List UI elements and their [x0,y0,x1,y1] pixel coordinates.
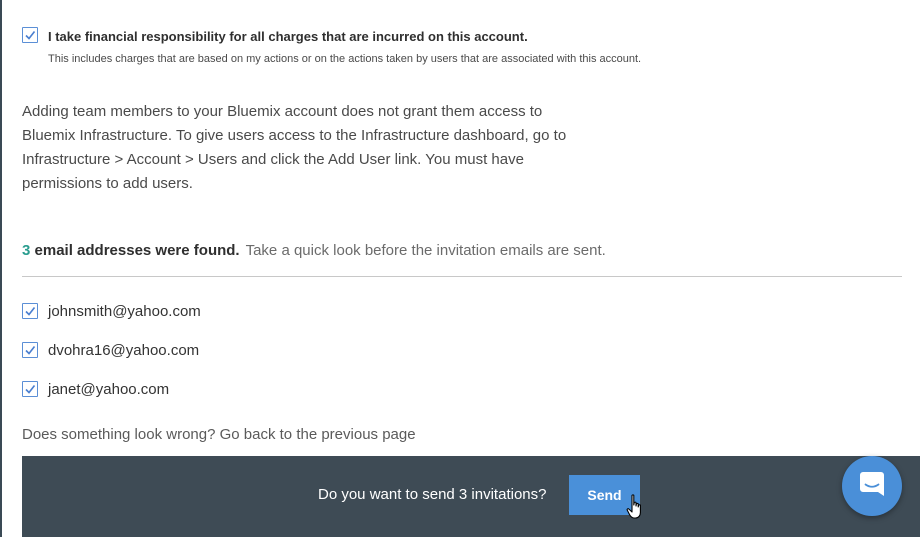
emails-found-label: email addresses were found. [34,242,240,259]
left-edge-border [0,0,2,537]
emails-found-hint: Take a quick look before the invitation … [245,242,606,259]
chat-bubble-icon [860,472,884,496]
email-label: johnsmith@yahoo.com [48,303,201,320]
checkmark-icon [25,31,36,40]
responsibility-checkbox[interactable] [22,27,38,43]
divider [22,276,902,277]
emails-found-count: 3 [22,242,31,259]
email-checkbox[interactable] [22,342,38,358]
hand-pointer-icon [626,494,641,519]
infrastructure-info-text: Adding team members to your Bluemix acco… [22,103,567,192]
responsibility-label: I take financial responsibility for all … [48,29,528,44]
email-label: dvohra16@yahoo.com [48,342,200,359]
checkmark-icon [25,307,36,316]
email-checkbox[interactable] [22,381,38,397]
checkmark-icon [25,385,36,394]
send-question: Do you want to send 3 invitations? [318,486,547,503]
email-label: janet@yahoo.com [48,381,170,398]
chat-launcher-button[interactable] [842,456,902,516]
responsibility-note: This includes charges that are based on … [48,53,642,65]
email-checkbox[interactable] [22,303,38,319]
emails-found-line: 3 email addresses were found. Take a quic… [22,242,606,259]
checkmark-icon [25,346,36,355]
go-back-link[interactable]: Does something look wrong? Go back to th… [22,426,416,443]
